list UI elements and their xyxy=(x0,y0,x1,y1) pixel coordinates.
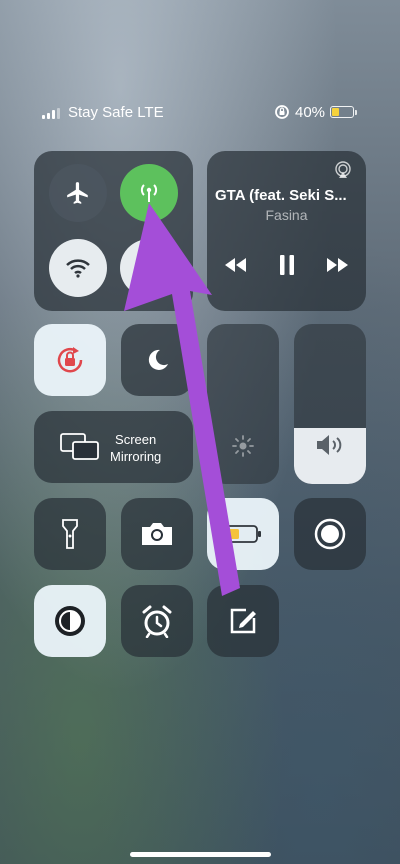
orientation-lock-button[interactable] xyxy=(34,324,106,396)
flashlight-button[interactable] xyxy=(34,498,106,570)
alarm-button[interactable] xyxy=(121,585,193,657)
wifi-button[interactable] xyxy=(49,239,107,297)
notes-button[interactable] xyxy=(207,585,279,657)
battery-icon xyxy=(330,106,354,118)
note-edit-icon xyxy=(230,608,256,634)
screen-mirroring-label-line2: Mirroring xyxy=(110,449,162,464)
orientation-lock-status-icon xyxy=(275,105,289,119)
signal-strength-icon xyxy=(42,108,60,119)
volume-slider[interactable] xyxy=(294,324,366,484)
cellular-data-button[interactable] xyxy=(120,164,178,222)
antenna-icon xyxy=(140,184,158,202)
orientation-lock-icon xyxy=(57,347,83,373)
song-title: GTA (feat. Seki S... xyxy=(215,187,347,204)
dark-mode-icon xyxy=(55,606,85,636)
battery-percentage: 40% xyxy=(295,104,326,121)
record-icon xyxy=(314,518,346,550)
brightness-slider[interactable] xyxy=(207,324,279,484)
connectivity-module xyxy=(34,151,193,311)
bluetooth-button[interactable] xyxy=(120,239,178,297)
artist-name: Fasina xyxy=(265,207,308,223)
camera-icon xyxy=(142,523,172,545)
screen-mirroring-button[interactable]: Screen Mirroring xyxy=(34,411,193,483)
moon-icon xyxy=(148,349,168,370)
now-playing-module[interactable]: GTA (feat. Seki S... Fasina xyxy=(207,151,366,311)
flashlight-icon xyxy=(62,519,78,549)
screen-mirroring-label-line1: Screen xyxy=(115,432,157,447)
fast-forward-icon xyxy=(327,258,348,272)
dark-mode-button[interactable] xyxy=(34,585,106,657)
carrier-label: Stay Safe LTE xyxy=(68,104,164,121)
screen-recording-button[interactable] xyxy=(294,498,366,570)
do-not-disturb-button[interactable] xyxy=(121,324,193,396)
low-power-mode-button[interactable] xyxy=(207,498,279,570)
home-indicator[interactable] xyxy=(130,852,271,857)
screen-mirroring-icon xyxy=(60,433,99,460)
bluetooth-icon xyxy=(142,255,156,281)
battery-low-power-icon xyxy=(224,525,261,543)
pause-button[interactable] xyxy=(272,251,302,279)
airplane-mode-button[interactable] xyxy=(49,164,107,222)
screen-mirroring-label: Screen Mirroring xyxy=(110,431,161,465)
brightness-icon xyxy=(232,435,254,457)
airplane-icon xyxy=(67,182,88,204)
rewind-icon xyxy=(225,258,246,272)
airplay-audio-icon[interactable] xyxy=(334,161,352,179)
pause-icon xyxy=(280,255,294,275)
battery-nub xyxy=(355,110,357,115)
alarm-clock-icon xyxy=(142,605,172,638)
previous-track-button[interactable] xyxy=(221,251,251,279)
status-bar: Stay Safe LTE 40% xyxy=(0,100,400,128)
next-track-button[interactable] xyxy=(322,251,352,279)
speaker-icon xyxy=(317,435,342,455)
camera-button[interactable] xyxy=(121,498,193,570)
wifi-icon xyxy=(66,259,90,278)
